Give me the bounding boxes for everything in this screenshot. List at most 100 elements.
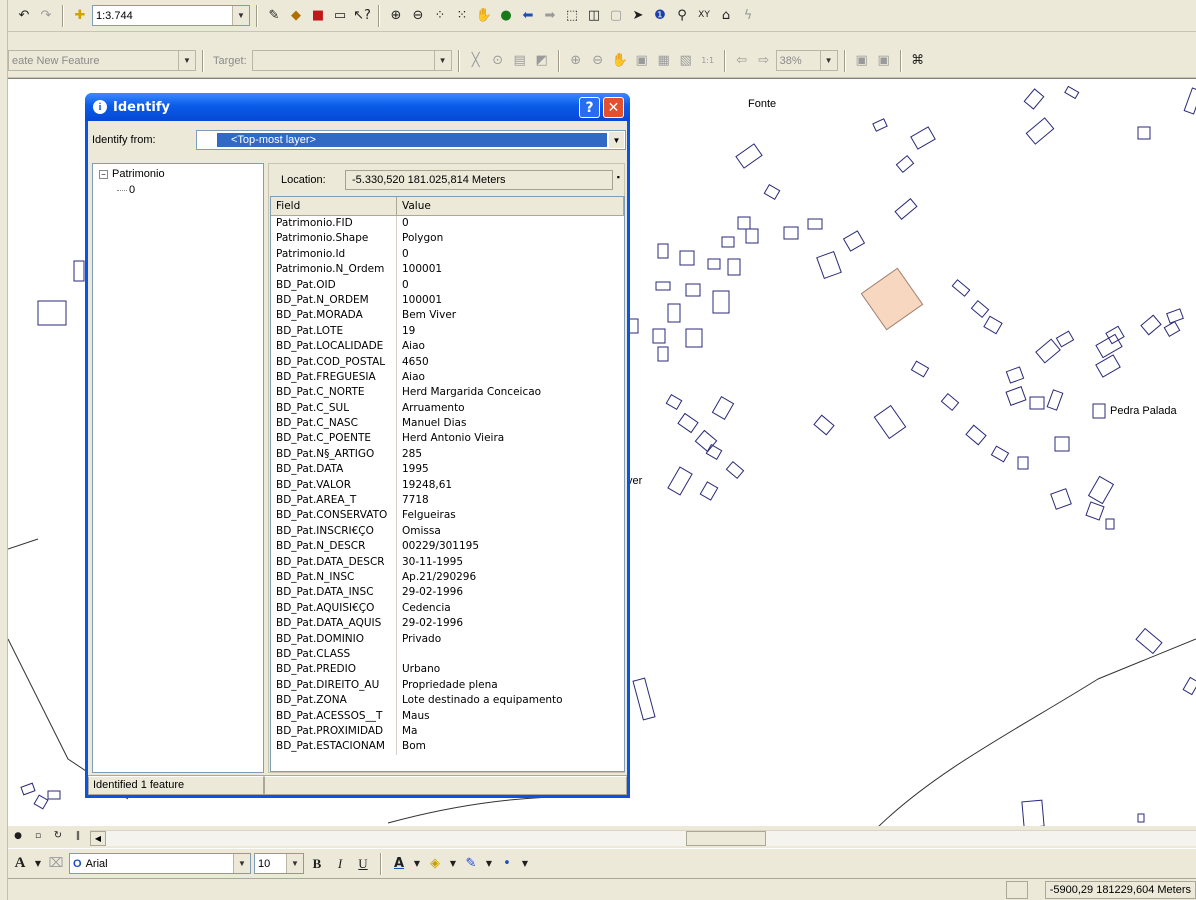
chevron-down-icon[interactable]: ▼ [286, 854, 303, 873]
column-header-field[interactable]: Field [271, 197, 397, 215]
table-row[interactable]: Patrimonio.Shape Polygon [271, 231, 624, 247]
refresh-icon[interactable]: ↻ [48, 826, 68, 846]
command-line-icon[interactable]: ▭ [330, 6, 350, 26]
table-row[interactable]: BD_Pat.PROXIMIDAD Ma [271, 723, 624, 740]
select-elements-icon[interactable]: ▢ [606, 6, 626, 26]
table-row[interactable]: BD_Pat.C_SUL Arruamento [271, 400, 624, 417]
arctoolbox-icon[interactable]: ◆ [286, 6, 306, 26]
toolbox-icon[interactable]: ■ [308, 6, 328, 26]
table-row[interactable]: BD_Pat.N_INSC Ap.21/290296 [271, 569, 624, 586]
undo-icon[interactable]: ↶ [14, 6, 34, 26]
whats-this-icon[interactable]: ↖? [352, 6, 372, 26]
zoom-out-fixed-icon[interactable]: ⊖ [588, 51, 608, 71]
table-row[interactable]: BD_Pat.MORADA Bem Viver [271, 308, 624, 324]
bold-button[interactable]: B [307, 854, 327, 874]
table-row[interactable]: BD_Pat.N_DESCR 00229/301195 [271, 539, 624, 555]
table-row[interactable]: BD_Pat.LOCALIDADE Aiao [271, 339, 624, 355]
table-row[interactable]: BD_Pat.CLASS [271, 646, 624, 663]
fixed-zoom-in-icon[interactable]: ⁘ [430, 6, 450, 26]
chevron-down-icon[interactable]: ▼ [609, 132, 624, 148]
chevron-down-icon[interactable]: ▼ [33, 854, 43, 874]
table-row[interactable]: BD_Pat.C_POENTE Herd Antonio Vieira [271, 431, 624, 447]
table-row[interactable]: BD_Pat.DIREITO_AU Propriedade plena [271, 677, 624, 694]
identify-layer-select[interactable]: <Top-most layer> ▼ [196, 130, 626, 150]
chevron-down-icon[interactable]: ▼ [232, 6, 249, 25]
back-icon[interactable]: ⬅ [518, 6, 538, 26]
table-row[interactable]: BD_Pat.VALOR 19248,61 [271, 477, 624, 494]
pause-drawing-icon[interactable]: ‖ [68, 826, 88, 846]
new-text-icon[interactable]: A [10, 854, 30, 874]
table-row[interactable]: BD_Pat.N_ORDEM 100001 [271, 292, 624, 309]
table-row[interactable]: BD_Pat.ACESSOS__T Maus [271, 708, 624, 724]
table-row[interactable]: Patrimonio.Id 0 [271, 246, 624, 263]
find-icon[interactable]: ⚲ [672, 6, 692, 26]
pointer-icon[interactable]: ➤ [628, 6, 648, 26]
chevron-down-icon[interactable]: ▼ [412, 854, 422, 874]
scroll-thumb[interactable] [686, 831, 766, 846]
table-row[interactable]: BD_Pat.PREDIO Urbano [271, 662, 624, 678]
table-row[interactable]: BD_Pat.ESTACIONAM Bom [271, 739, 624, 755]
chevron-down-icon[interactable]: ▼ [484, 854, 494, 874]
map-scale-combo[interactable]: 1:3.744 ▼ [92, 5, 250, 26]
fill-color-icon[interactable]: ◈ [425, 854, 445, 874]
font-color-icon[interactable]: A [389, 854, 409, 874]
table-row[interactable]: BD_Pat.DOMINIO Privado [271, 631, 624, 647]
table-row[interactable]: BD_Pat.DATA_DESCR 30-11-1995 [271, 554, 624, 570]
layout-view-icon[interactable]: ▫ [28, 826, 48, 846]
chevron-down-icon[interactable]: ▼ [448, 854, 458, 874]
table-row[interactable]: BD_Pat.INSCRI€ÇO Omissa [271, 523, 624, 540]
tree-node-layer[interactable]: − Patrimonio [99, 168, 165, 180]
column-header-value[interactable]: Value [397, 197, 624, 215]
horizontal-scrollbar[interactable]: ◀ [90, 830, 1196, 846]
sketch-tool-icon[interactable]: ╳ [466, 51, 486, 71]
zoom-100-icon[interactable]: ▧ [676, 51, 696, 71]
identify-icon[interactable]: ❶ [650, 6, 670, 26]
target-combo[interactable]: ▼ [251, 50, 452, 71]
add-data-icon[interactable]: ✚ [70, 6, 90, 26]
font-select[interactable]: O Arial ▼ [69, 853, 251, 874]
sketch-properties-icon[interactable]: ◩ [532, 51, 552, 71]
table-row[interactable]: BD_Pat.C_NASC Manuel Dias [271, 416, 624, 432]
table-row[interactable]: BD_Pat.DATA_AQUIS 29-02-1996 [271, 616, 624, 632]
chevron-down-icon[interactable]: ▼ [178, 51, 195, 70]
underline-button[interactable]: U [353, 854, 373, 874]
table-row[interactable]: BD_Pat.AREA_T 7718 [271, 493, 624, 509]
table-row[interactable]: BD_Pat.COD_POSTAL 4650 [271, 354, 624, 370]
redo-icon[interactable]: ↷ [36, 6, 56, 26]
italic-button[interactable]: I [330, 854, 350, 874]
layout-zoom-combo[interactable]: 38% ▼ [775, 50, 838, 71]
full-extent-icon[interactable]: ● [496, 6, 516, 26]
edit-vertices-icon[interactable]: ⌧ [46, 854, 66, 874]
previous-extent-icon[interactable]: ⇦ [732, 51, 752, 71]
table-row[interactable]: BD_Pat.AQUISI€ÇO Cedencia [271, 600, 624, 617]
focus-data-frame-icon[interactable]: ▣ [874, 51, 894, 71]
select-features-icon[interactable]: ⬚ [562, 6, 582, 26]
marker-color-icon[interactable]: • [497, 854, 517, 874]
zoom-in-fixed-icon[interactable]: ⊕ [566, 51, 586, 71]
scroll-left-icon[interactable]: ◀ [90, 831, 106, 846]
zoom-out-icon[interactable]: ⊖ [408, 6, 428, 26]
location-expand-icon[interactable]: ▪ [617, 172, 620, 182]
line-color-icon[interactable]: ✎ [461, 854, 481, 874]
hyperlink-icon[interactable]: ϟ [738, 6, 758, 26]
next-extent-icon[interactable]: ⇨ [754, 51, 774, 71]
table-row[interactable]: BD_Pat.DATA_INSC 29-02-1996 [271, 585, 624, 601]
rotate-icon[interactable]: ⊙ [488, 51, 508, 71]
task-combo[interactable]: eate New Feature ▼ [8, 50, 196, 71]
dialog-titlebar[interactable]: i Identify ? ✕ [85, 93, 630, 121]
pan-layout-icon[interactable]: ✋ [610, 51, 630, 71]
table-row[interactable]: BD_Pat.LOTE 19 [271, 323, 624, 340]
zoom-in-icon[interactable]: ⊕ [386, 6, 406, 26]
table-row[interactable]: BD_Pat.C_NORTE Herd Margarida Conceicao [271, 385, 624, 401]
table-row[interactable]: Patrimonio.N_Ordem 100001 [271, 262, 624, 278]
one-to-one-icon[interactable]: 1:1 [698, 51, 718, 71]
zoom-whole-page-icon[interactable]: ▦ [654, 51, 674, 71]
table-row[interactable]: BD_Pat.OID 0 [271, 277, 624, 293]
table-row[interactable]: BD_Pat.FREGUESIA Aiao [271, 369, 624, 386]
change-layout-icon[interactable]: ⌘ [908, 51, 928, 71]
chevron-down-icon[interactable]: ▼ [433, 51, 451, 70]
table-row[interactable]: BD_Pat.N§_ARTIGO 285 [271, 446, 624, 463]
tree-node-feature[interactable]: 0 [117, 184, 135, 196]
close-button[interactable]: ✕ [603, 97, 624, 118]
data-view-icon[interactable]: ● [8, 826, 28, 846]
